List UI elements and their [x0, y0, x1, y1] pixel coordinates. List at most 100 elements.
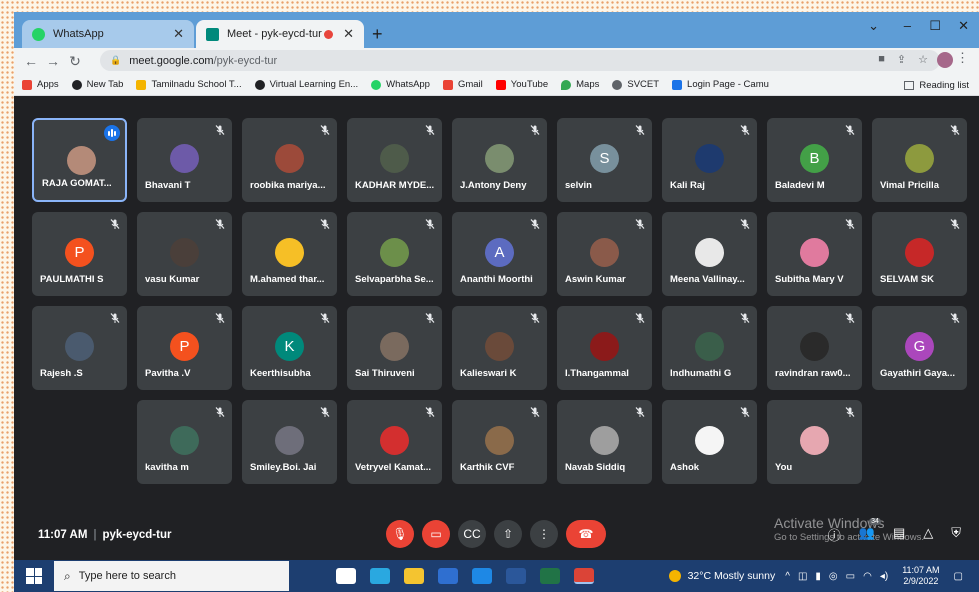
captions-button[interactable]: CC	[458, 520, 486, 548]
chat-icon[interactable]: ▤	[893, 525, 905, 544]
close-icon[interactable]: ✕	[343, 26, 354, 42]
leave-call-button[interactable]: ☎	[566, 520, 606, 548]
participant-tile[interactable]: Indhumathi G	[662, 306, 757, 390]
participant-tile[interactable]: Selvaparbha Se...	[347, 212, 442, 296]
participant-tile[interactable]: You	[767, 400, 862, 484]
word-icon[interactable]	[506, 568, 526, 584]
windows-start-icon[interactable]	[26, 568, 42, 584]
microphone-icon[interactable]: ▮	[815, 571, 821, 582]
participant-avatar	[65, 332, 94, 361]
bookmark-camu[interactable]: Login Page - Camu	[672, 79, 769, 90]
bookmark-maps[interactable]: Maps	[561, 79, 599, 90]
participant-tile[interactable]: KADHAR MYDE...	[347, 118, 442, 202]
participant-tile[interactable]: J.Antony Deny	[452, 118, 547, 202]
participant-tile[interactable]: P Pavitha .V	[137, 306, 232, 390]
participant-tile[interactable]: Vetryvel Kamat...	[347, 400, 442, 484]
minimize-button[interactable]: –	[904, 18, 911, 33]
wifi-icon[interactable]: ◠	[863, 571, 872, 582]
tab-search-icon[interactable]: ⌄	[868, 18, 879, 34]
participant-tile[interactable]: Kali Raj	[662, 118, 757, 202]
participant-tile[interactable]: P PAULMATHI S	[32, 212, 127, 296]
camera-icon[interactable]: ■	[878, 53, 885, 66]
participant-tile[interactable]: Aswin Kumar	[557, 212, 652, 296]
participant-tile[interactable]: Navab Siddiq	[557, 400, 652, 484]
network-icon[interactable]: ◎	[829, 571, 838, 582]
maps-icon	[561, 79, 572, 90]
tab-meet[interactable]: Meet - pyk-eycd-tur ✕	[196, 20, 364, 48]
activities-icon[interactable]: △	[923, 525, 933, 544]
host-controls-icon[interactable]: ⛨	[951, 525, 961, 544]
tab-whatsapp[interactable]: WhatsApp ✕	[22, 20, 194, 48]
weather-text[interactable]: 32°C Mostly sunny	[688, 570, 776, 582]
meeting-details[interactable]: 11:07 AM | pyk-eycd-tur	[38, 529, 171, 541]
bookmark-star-icon[interactable]: ☆	[918, 53, 928, 66]
mic-muted-icon	[950, 313, 960, 323]
more-options-button[interactable]: ⋮	[530, 520, 558, 548]
participant-tile[interactable]: Kalieswari K	[452, 306, 547, 390]
forward-button[interactable]: →	[42, 53, 64, 69]
camera-off-button[interactable]: ▭	[422, 520, 450, 548]
tray-app-icon[interactable]: ◫	[798, 571, 807, 582]
participant-tile[interactable]: Bhavani T	[137, 118, 232, 202]
bookmark-gmail[interactable]: Gmail	[442, 79, 483, 90]
menu-icon[interactable]: ⋮	[956, 50, 969, 66]
participant-tile[interactable]: Karthik CVF	[452, 400, 547, 484]
battery-icon[interactable]: ▭	[846, 571, 855, 582]
participant-tile[interactable]: Subitha Mary V	[767, 212, 862, 296]
address-bar[interactable]: 🔒 meet.google.com/pyk-eycd-tur ■ ⇪ ☆	[100, 50, 940, 71]
share-icon[interactable]: ⇪	[897, 53, 906, 66]
participant-tile[interactable]: B Baladevi M	[767, 118, 862, 202]
close-icon[interactable]: ✕	[173, 26, 184, 42]
participant-tile[interactable]: Vimal Pricilla	[872, 118, 967, 202]
participant-tile[interactable]: G Gayathiri Gaya...	[872, 306, 967, 390]
bookmark-apps[interactable]: Apps	[22, 79, 59, 90]
back-button[interactable]: ←	[20, 53, 42, 69]
close-window-button[interactable]: ✕	[958, 18, 969, 34]
participant-tile[interactable]: Sai Thiruveni	[347, 306, 442, 390]
reload-button[interactable]: ↻	[64, 53, 86, 70]
participant-tile[interactable]: I.Thangammal	[557, 306, 652, 390]
chevron-up-icon[interactable]: ^	[785, 571, 790, 582]
file-explorer-icon[interactable]	[404, 568, 424, 584]
info-icon[interactable]: ⓘ	[828, 525, 841, 544]
participant-tile[interactable]: ravindran raw0...	[767, 306, 862, 390]
participant-tile[interactable]: Smiley.Boi. Jai	[242, 400, 337, 484]
volume-icon[interactable]: ◂)	[880, 571, 888, 582]
edge-icon[interactable]	[370, 568, 390, 584]
participant-tile[interactable]: Sselvin	[557, 118, 652, 202]
maximize-button[interactable]: ☐	[929, 18, 941, 34]
excel-icon[interactable]	[540, 568, 560, 584]
participant-tile[interactable]: vasu Kumar	[137, 212, 232, 296]
participant-tile[interactable]: K Keerthisubha	[242, 306, 337, 390]
notifications-icon[interactable]: ▢	[954, 571, 963, 582]
participant-tile[interactable]: Meena Vallinay...	[662, 212, 757, 296]
reading-list[interactable]: Reading list	[904, 80, 969, 91]
mail-icon[interactable]	[472, 568, 492, 584]
bookmark-virtual-learning[interactable]: Virtual Learning En...	[254, 79, 358, 90]
mic-off-button[interactable]: 🎙	[386, 520, 414, 548]
bookmark-svcet[interactable]: SVCET	[612, 79, 659, 90]
present-button[interactable]: ⇧	[494, 520, 522, 548]
people-button[interactable]: 👥 34	[859, 518, 881, 544]
participant-tile[interactable]: kavitha m	[137, 400, 232, 484]
participant-tile[interactable]: RAJA GOMAT...	[32, 118, 127, 202]
participant-tile[interactable]: M.ahamed thar...	[242, 212, 337, 296]
clock[interactable]: 11:07 AM 2/9/2022	[902, 565, 939, 588]
bookmark-youtube[interactable]: YouTube	[495, 79, 548, 90]
participant-tile[interactable]: SELVAM SK	[872, 212, 967, 296]
gmail-icon	[442, 79, 453, 90]
bookmark-whatsapp[interactable]: WhatsApp	[371, 79, 430, 90]
taskbar-search[interactable]: ⌕ Type here to search	[54, 561, 289, 591]
bookmark-new-tab[interactable]: New Tab	[71, 79, 123, 90]
task-view-icon[interactable]	[336, 568, 356, 584]
new-tab-button[interactable]: +	[372, 24, 383, 45]
participant-tile[interactable]: A Ananthi Moorthi	[452, 212, 547, 296]
participant-tile[interactable]: Rajesh .S	[32, 306, 127, 390]
profile-avatar[interactable]	[937, 52, 953, 68]
participant-tile[interactable]: roobika mariya...	[242, 118, 337, 202]
chrome-icon[interactable]	[574, 568, 594, 584]
participant-tile[interactable]: Ashok	[662, 400, 757, 484]
bookmark-tamilnadu[interactable]: Tamilnadu School T...	[136, 79, 242, 90]
participant-name: Kali Raj	[670, 180, 705, 191]
store-icon[interactable]	[438, 568, 458, 584]
